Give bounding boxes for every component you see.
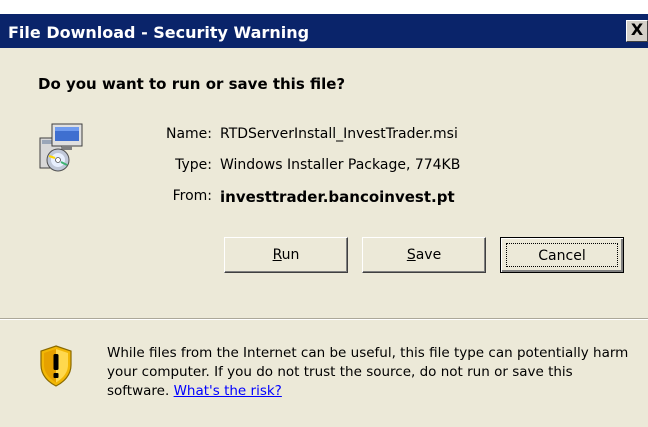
security-warning-dialog: File Download - Security Warning X Do yo…: [0, 0, 648, 427]
run-button[interactable]: Run: [224, 237, 348, 273]
save-accel: S: [406, 247, 416, 263]
msi-installer-icon: [39, 123, 83, 172]
cancel-focus-rect: Cancel: [506, 243, 618, 267]
window-title: File Download - Security Warning: [8, 23, 310, 42]
run-label-rest: un: [281, 247, 300, 263]
security-shield-icon: [40, 345, 72, 387]
whats-the-risk-link[interactable]: What's the risk?: [174, 383, 282, 399]
save-button[interactable]: Save: [362, 237, 486, 273]
title-bar[interactable]: File Download - Security Warning X: [0, 14, 648, 48]
file-source-value: investtrader.bancoinvest.pt: [220, 188, 455, 206]
warning-message: While files from the Internet can be use…: [107, 344, 637, 401]
file-type-value: Windows Installer Package, 774KB: [220, 157, 461, 173]
dialog-question: Do you want to run or save this file?: [38, 75, 346, 93]
divider-highlight: [0, 319, 648, 320]
cancel-button[interactable]: Cancel: [500, 237, 624, 273]
close-button[interactable]: X: [626, 20, 648, 42]
save-label-rest: ave: [415, 247, 442, 263]
name-label: Name:: [165, 126, 212, 142]
file-name-value: RTDServerInstall_InvestTrader.msi: [220, 126, 458, 142]
from-label: From:: [172, 188, 212, 204]
type-label: Type:: [175, 157, 212, 173]
run-accel: R: [272, 247, 282, 263]
top-strip: [0, 0, 648, 14]
